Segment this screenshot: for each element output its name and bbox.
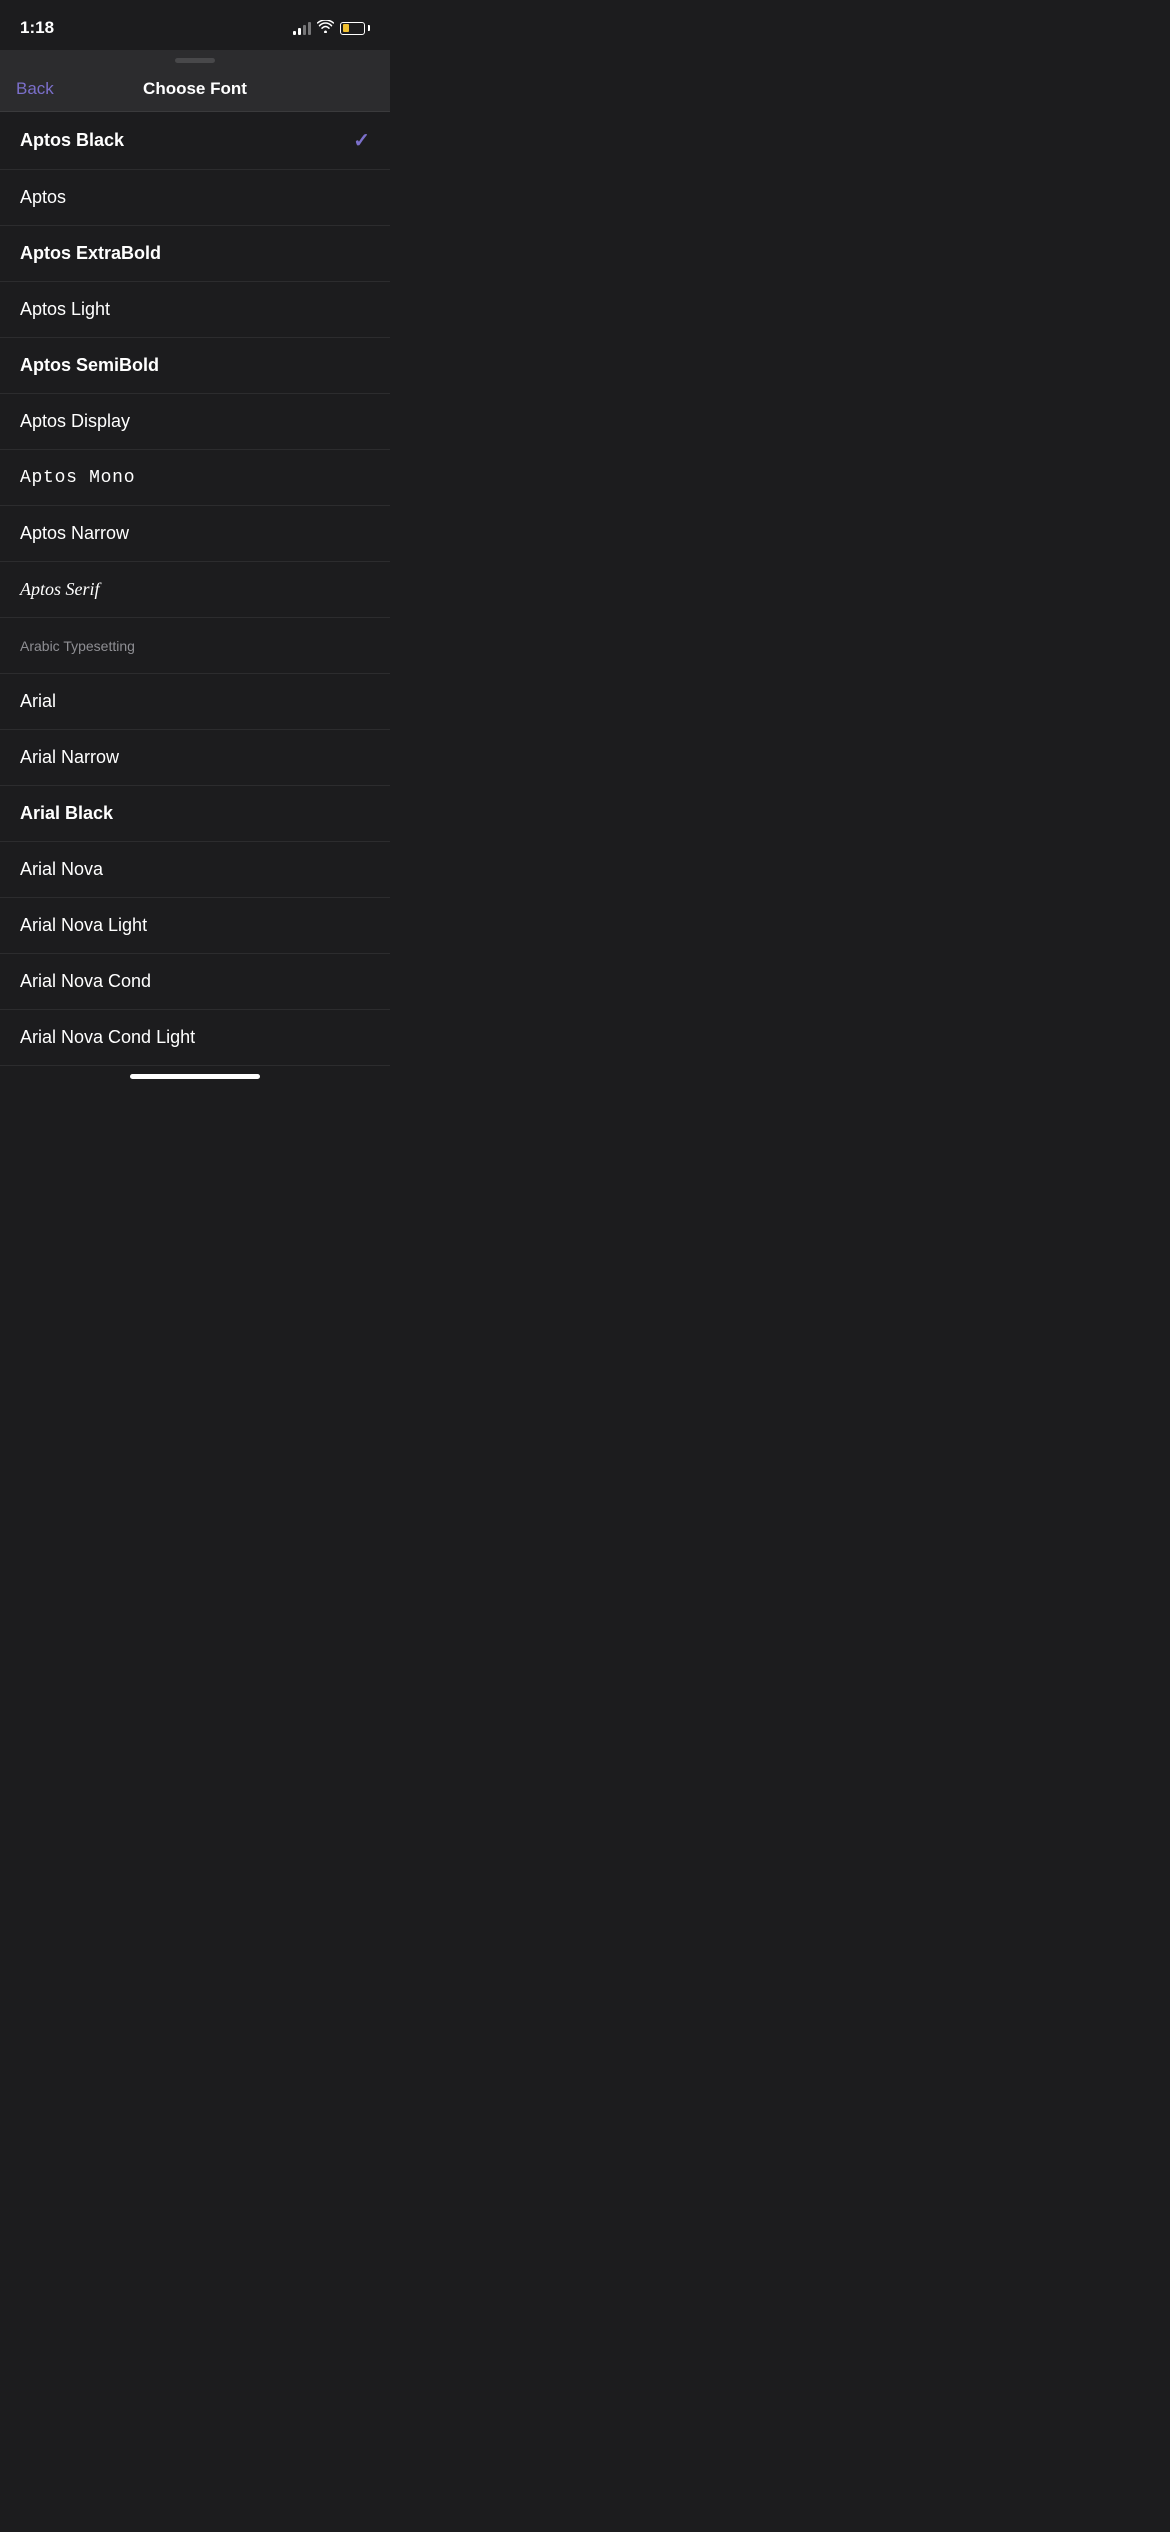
nav-title: Choose Font — [143, 79, 247, 99]
back-button[interactable]: Back — [16, 79, 54, 99]
nav-header: Back Choose Font — [0, 67, 390, 112]
font-name-label: Arabic Typesetting — [20, 638, 135, 654]
font-name-label: Arial Nova Cond — [20, 971, 151, 992]
font-list: Aptos Black ✓ Aptos Aptos ExtraBold Aptos Li… — [0, 112, 390, 1066]
list-item[interactable]: Aptos ExtraBold — [0, 226, 390, 282]
list-item[interactable]: Aptos Mono — [0, 450, 390, 506]
list-item[interactable]: Arial Nova Cond — [0, 954, 390, 1010]
list-item[interactable]: Arial Narrow — [0, 730, 390, 786]
font-name-label: Arial — [20, 691, 56, 712]
list-item[interactable]: Arial Nova Light — [0, 898, 390, 954]
font-name-label: Arial Nova — [20, 859, 103, 880]
home-bar — [130, 1074, 260, 1079]
list-item[interactable]: Arial Black — [0, 786, 390, 842]
battery-icon — [340, 22, 370, 35]
font-name-label: Aptos Display — [20, 411, 130, 432]
list-item[interactable]: Aptos SemiBold — [0, 338, 390, 394]
list-item[interactable]: Aptos Serif — [0, 562, 390, 618]
status-time: 1:18 — [20, 18, 54, 38]
font-name-label: Arial Nova Cond Light — [20, 1027, 195, 1048]
font-name-label: Aptos Serif — [20, 579, 100, 600]
signal-bars-icon — [293, 22, 311, 35]
list-item[interactable]: Aptos Light — [0, 282, 390, 338]
status-bar: 1:18 — [0, 0, 390, 50]
font-name-label: Aptos Light — [20, 299, 110, 320]
font-name-label: Aptos — [20, 187, 66, 208]
font-name-label: Arial Nova Light — [20, 915, 147, 936]
list-item[interactable]: Aptos Narrow — [0, 506, 390, 562]
list-item[interactable]: Arial — [0, 674, 390, 730]
font-name-label: Arial Narrow — [20, 747, 119, 768]
font-name-label: Arial Black — [20, 803, 113, 824]
list-item[interactable]: Aptos Display — [0, 394, 390, 450]
drag-pill — [175, 58, 215, 63]
selected-checkmark-icon: ✓ — [353, 128, 370, 153]
list-item[interactable]: Aptos Black ✓ — [0, 112, 390, 170]
font-name-label: Aptos Black — [20, 130, 124, 151]
status-icons — [293, 20, 370, 36]
list-item[interactable]: Arabic Typesetting — [0, 618, 390, 674]
list-item[interactable]: Aptos — [0, 170, 390, 226]
drag-indicator — [0, 50, 390, 67]
font-name-label: Aptos SemiBold — [20, 355, 159, 376]
list-item[interactable]: Arial Nova Cond Light — [0, 1010, 390, 1066]
list-item[interactable]: Arial Nova — [0, 842, 390, 898]
wifi-icon — [317, 20, 334, 36]
font-name-label: Aptos ExtraBold — [20, 243, 161, 264]
font-name-label: Aptos Mono — [20, 468, 135, 488]
font-name-label: Aptos Narrow — [20, 523, 129, 544]
bottom-home-bar — [0, 1066, 390, 1083]
